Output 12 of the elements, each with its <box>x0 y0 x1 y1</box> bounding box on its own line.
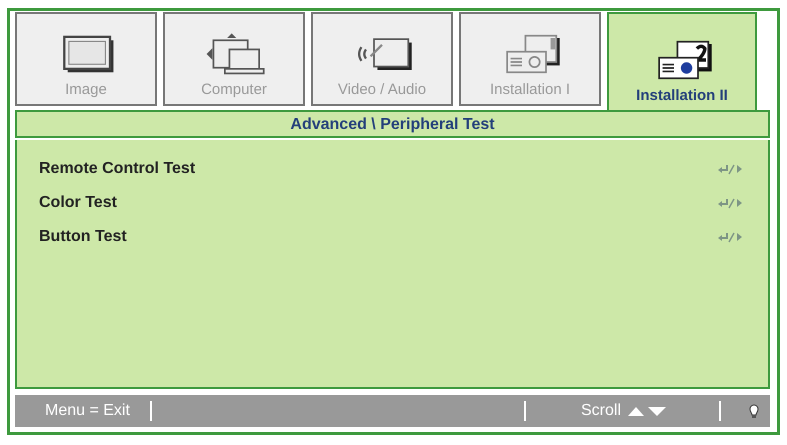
scroll-hint: Scroll <box>580 402 621 420</box>
enter-arrow-icon <box>718 231 742 243</box>
up-down-arrows-icon <box>627 405 667 417</box>
lamp-icon <box>748 403 760 419</box>
breadcrumb-bar: Advanced \ Peripheral Test <box>15 110 770 138</box>
menu-item[interactable]: Color Test <box>39 194 117 212</box>
menu-item[interactable]: Button Test <box>39 228 127 246</box>
exit-hint: Menu = Exit <box>45 402 131 420</box>
enter-arrow-icon <box>718 163 742 175</box>
enter-arrow-icon <box>718 197 742 209</box>
menu-tab[interactable]: Installation II <box>607 12 757 110</box>
menu-item[interactable]: Remote Control Test <box>39 160 196 178</box>
